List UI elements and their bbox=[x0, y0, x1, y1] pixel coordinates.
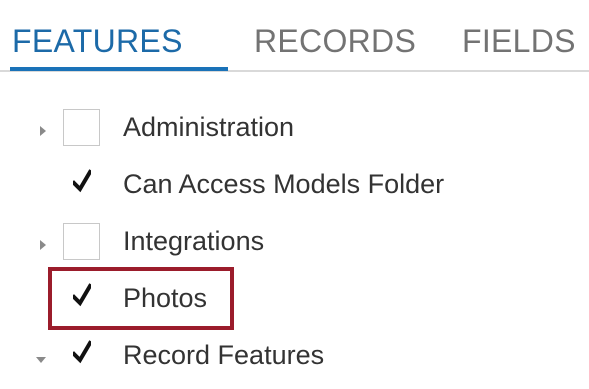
tab-bar: FEATURES RECORDS FIELDS bbox=[0, 0, 589, 72]
tree-item-can-access-models-folder: Can Access Models Folder bbox=[0, 157, 589, 213]
tab-records[interactable]: RECORDS bbox=[254, 16, 416, 68]
checkmark-icon bbox=[73, 283, 91, 307]
photos-checkbox[interactable] bbox=[63, 280, 100, 317]
caret-down-icon[interactable] bbox=[36, 357, 46, 363]
tab-fields[interactable]: FIELDS bbox=[462, 16, 576, 68]
permissions-panel: FEATURES RECORDS FIELDS Administration C… bbox=[0, 0, 589, 389]
tree-item-photos: Photos bbox=[0, 271, 589, 327]
checkmark-icon bbox=[73, 340, 91, 364]
record-features-checkbox[interactable] bbox=[63, 337, 100, 374]
tree-item-label: Integrations bbox=[123, 226, 265, 256]
tree-item-integrations: Integrations bbox=[0, 214, 589, 270]
checkmark-icon bbox=[73, 169, 91, 193]
integrations-checkbox[interactable] bbox=[63, 223, 100, 260]
tree-item-record-features: Record Features bbox=[0, 328, 589, 384]
tree-item-label: Administration bbox=[123, 112, 295, 142]
tree-item-label: Photos bbox=[123, 283, 208, 313]
can-access-models-folder-checkbox[interactable] bbox=[63, 166, 100, 203]
caret-right-icon[interactable] bbox=[40, 126, 46, 136]
tree-item-administration: Administration bbox=[0, 100, 589, 156]
tree-item-label: Can Access Models Folder bbox=[123, 169, 445, 199]
tree-item-label: Record Features bbox=[123, 340, 325, 370]
caret-right-icon[interactable] bbox=[40, 240, 46, 250]
administration-checkbox[interactable] bbox=[63, 109, 100, 146]
tab-features[interactable]: FEATURES bbox=[12, 16, 183, 68]
active-tab-indicator bbox=[10, 67, 228, 71]
